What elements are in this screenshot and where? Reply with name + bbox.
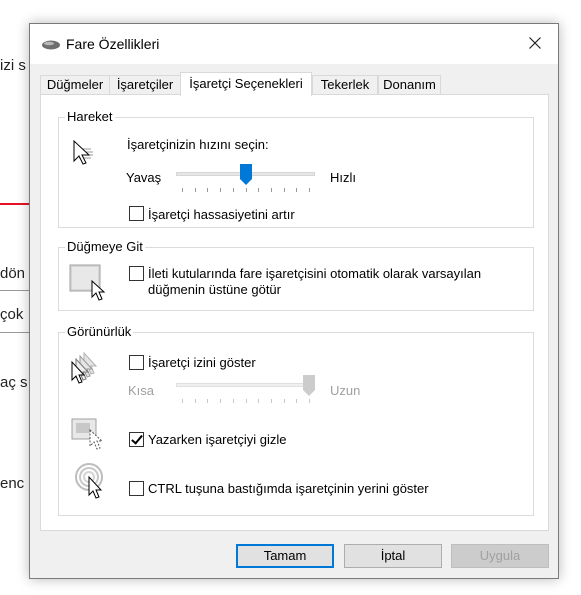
- slider-tick: [283, 399, 285, 403]
- motion-group-label: Hareket: [65, 109, 115, 124]
- show-location-ctrl-label: CTRL tuşuna bastığımda işaretçinin yerin…: [148, 481, 429, 496]
- pointer-trails-label: İşaretçi izini göster: [148, 355, 256, 370]
- background-text-3: çok: [0, 306, 24, 323]
- tab-hardware[interactable]: Donanım: [378, 75, 441, 95]
- close-button[interactable]: [512, 24, 558, 64]
- apply-button[interactable]: Uygula: [451, 544, 549, 568]
- slider-tick: [232, 399, 234, 403]
- background-text-2: dön: [0, 265, 26, 282]
- mouse-icon: [41, 39, 61, 54]
- slider-tick: [245, 399, 247, 403]
- visibility-group-label: Görünürlük: [65, 324, 134, 339]
- slider-tick: [309, 399, 310, 403]
- snap-to-group-label: Düğmeye Git: [65, 239, 145, 254]
- background-divider: [0, 290, 30, 291]
- pointer-speed-icon: [71, 138, 105, 171]
- window-title: Fare Özellikleri: [66, 36, 160, 52]
- snap-to-default-label-line2: düğmenin üstüne götür: [148, 282, 281, 297]
- hide-while-typing-label: Yazarken işaretçiyi gizle: [148, 432, 287, 447]
- pointer-trails-icon: [69, 351, 109, 389]
- show-location-ctrl-checkbox[interactable]: [129, 481, 144, 496]
- slider-tick: [296, 188, 298, 192]
- slider-tick: [232, 188, 234, 192]
- slider-tick: [283, 188, 285, 192]
- slider-tick: [258, 188, 260, 192]
- slider-tick: [309, 188, 310, 192]
- enhance-precision-checkbox[interactable]: [129, 206, 144, 221]
- hide-while-typing-checkbox[interactable]: [129, 432, 144, 447]
- slider-tick: [296, 399, 298, 403]
- snap-to-default-icon: [69, 264, 109, 305]
- trails-short-label: Kısa: [128, 383, 155, 398]
- title-bar: Fare Özellikleri: [30, 24, 558, 64]
- mouse-properties-dialog: Fare Özellikleri Düğmeler İşaretçiler İş…: [29, 23, 559, 579]
- background-text-1: izi s: [0, 57, 26, 74]
- snap-to-default-checkbox[interactable]: [129, 266, 144, 281]
- fast-label: Hızlı: [330, 170, 356, 185]
- tab-pointer-options[interactable]: İşaretçi Seçenekleri: [180, 72, 312, 96]
- slider-tick: [194, 399, 196, 403]
- background-text-4: aç s: [0, 374, 28, 391]
- slider-tick: [270, 399, 272, 403]
- slider-tick: [194, 188, 196, 192]
- slider-tick: [182, 188, 183, 192]
- slider-tick: [245, 188, 247, 192]
- background-divider: [0, 332, 30, 333]
- close-icon: [529, 36, 541, 52]
- trail-length-slider[interactable]: [303, 375, 315, 397]
- show-location-icon: [75, 463, 111, 506]
- ok-button[interactable]: Tamam: [236, 544, 334, 568]
- slider-tick: [270, 188, 272, 192]
- speed-prompt-label: İşaretçinizin hızını seçin:: [127, 137, 269, 152]
- hide-while-typing-icon: [71, 418, 111, 455]
- slider-tick: [207, 399, 209, 403]
- motion-group: Hareket İşaretçinizin hızını seçin: Yava…: [58, 109, 534, 228]
- tab-pointers[interactable]: İşaretçiler: [109, 75, 181, 95]
- slider-tick: [220, 188, 222, 192]
- tab-buttons[interactable]: Düğmeler: [40, 75, 110, 95]
- background-text-5: enc: [0, 475, 25, 492]
- visibility-group: Görünürlük İşaretçi izini göster Kısa Uz…: [58, 324, 534, 516]
- slider-tick: [207, 188, 209, 192]
- cancel-button[interactable]: İptal: [344, 544, 442, 568]
- background-accent-line: [0, 203, 30, 205]
- trail-length-slider-track: [176, 383, 315, 387]
- snap-to-default-label-line1: İleti kutularında fare işaretçisini otom…: [148, 266, 482, 281]
- slider-tick: [220, 399, 222, 403]
- slider-tick: [182, 399, 183, 403]
- slider-tick: [258, 399, 260, 403]
- trails-long-label: Uzun: [330, 383, 361, 398]
- enhance-precision-label: İşaretçi hassasiyetini artır: [148, 207, 295, 222]
- snap-to-group: Düğmeye Git İleti kutularında fare işare…: [58, 239, 534, 311]
- pointer-speed-slider[interactable]: [239, 164, 252, 186]
- tab-wheel[interactable]: Tekerlek: [312, 75, 378, 95]
- tab-panel: Hareket İşaretçinizin hızını seçin: Yava…: [40, 94, 549, 531]
- pointer-trails-checkbox[interactable]: [129, 355, 144, 370]
- slow-label: Yavaş: [126, 170, 162, 185]
